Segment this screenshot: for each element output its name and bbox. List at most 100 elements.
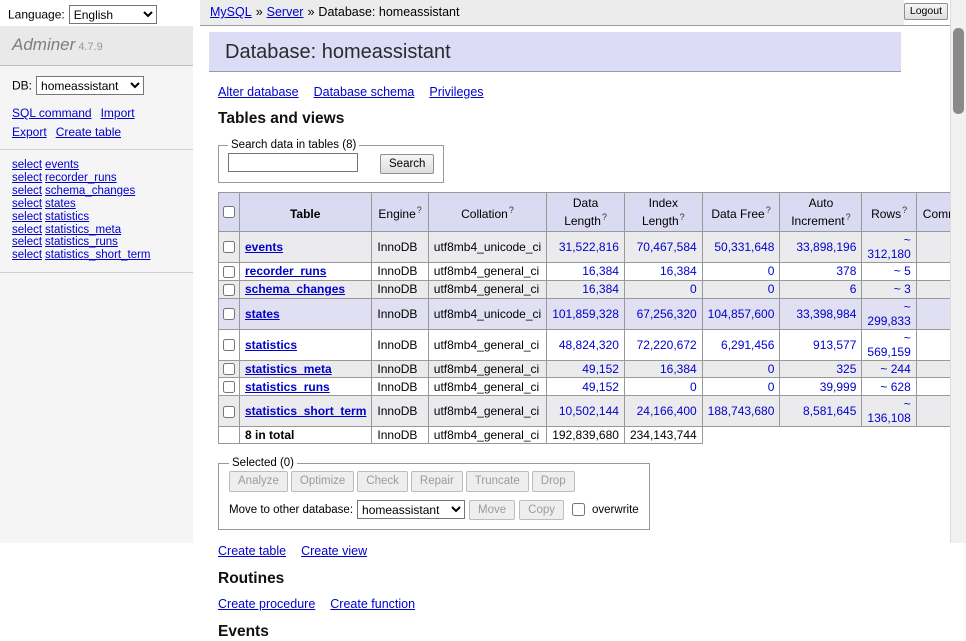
data-free-link[interactable]: 0 bbox=[768, 282, 775, 296]
table-link[interactable]: statistics_meta bbox=[245, 362, 332, 376]
overwrite-checkbox[interactable] bbox=[572, 503, 585, 516]
auto-increment-link[interactable]: 39,999 bbox=[820, 380, 857, 394]
select-table-link[interactable]: select bbox=[12, 172, 42, 184]
select-table-link[interactable]: select bbox=[12, 211, 42, 223]
database-action-link[interactable]: Alter database bbox=[218, 85, 299, 99]
rows-count-link[interactable]: ~ 3 bbox=[894, 282, 911, 296]
breadcrumb-mysql-link[interactable]: MySQL bbox=[210, 5, 252, 19]
auto-increment-link[interactable]: 913,577 bbox=[813, 338, 856, 352]
row-checkbox[interactable] bbox=[223, 241, 235, 253]
vertical-scrollbar[interactable] bbox=[950, 0, 966, 543]
rows-count-link[interactable]: ~ 569,159 bbox=[867, 331, 910, 359]
sidebar-menu-link[interactable]: Create table bbox=[56, 125, 121, 139]
data-free-link[interactable]: 0 bbox=[768, 362, 775, 376]
table-link[interactable]: events bbox=[245, 240, 283, 254]
auto-increment-link[interactable]: 33,898,196 bbox=[796, 240, 856, 254]
index-length-link[interactable]: 67,256,320 bbox=[637, 307, 697, 321]
index-length-link[interactable]: 0 bbox=[690, 282, 697, 296]
row-checkbox[interactable] bbox=[223, 284, 235, 296]
bulk-action-button[interactable]: Analyze bbox=[229, 471, 288, 491]
rows-count-link[interactable]: ~ 312,180 bbox=[867, 233, 910, 261]
breadcrumb-server-link[interactable]: Server bbox=[267, 5, 304, 19]
table-name-link[interactable]: states bbox=[45, 198, 76, 210]
row-checkbox[interactable] bbox=[223, 363, 235, 375]
table-name-link[interactable]: statistics_meta bbox=[45, 224, 121, 236]
row-checkbox[interactable] bbox=[223, 339, 235, 351]
language-select[interactable]: English bbox=[69, 5, 157, 24]
routine-link[interactable]: Create function bbox=[330, 597, 415, 611]
table-name-link[interactable]: recorder_runs bbox=[45, 172, 117, 184]
routine-link[interactable]: Create procedure bbox=[218, 597, 315, 611]
data-length-link[interactable]: 31,522,816 bbox=[559, 240, 619, 254]
app-logo[interactable]: Adminer bbox=[12, 35, 75, 54]
db-select[interactable]: homeassistant bbox=[36, 76, 144, 95]
data-length-link[interactable]: 16,384 bbox=[582, 264, 619, 278]
row-checkbox[interactable] bbox=[223, 308, 235, 320]
help-icon[interactable]: ? bbox=[602, 212, 607, 222]
index-length-link[interactable]: 16,384 bbox=[660, 362, 697, 376]
help-icon[interactable]: ? bbox=[509, 205, 514, 215]
table-name-link[interactable]: schema_changes bbox=[45, 185, 135, 197]
database-action-link[interactable]: Database schema bbox=[314, 85, 415, 99]
create-link[interactable]: Create table bbox=[218, 544, 286, 558]
data-length-link[interactable]: 16,384 bbox=[582, 282, 619, 296]
rows-count-link[interactable]: ~ 244 bbox=[880, 362, 910, 376]
table-link[interactable]: recorder_runs bbox=[245, 264, 326, 278]
index-length-link[interactable]: 70,467,584 bbox=[637, 240, 697, 254]
table-search-input[interactable] bbox=[228, 153, 358, 172]
data-free-link[interactable]: 0 bbox=[768, 264, 775, 278]
auto-increment-link[interactable]: 8,581,645 bbox=[803, 404, 856, 418]
sidebar-menu-link[interactable]: SQL command bbox=[12, 106, 92, 120]
help-icon[interactable]: ? bbox=[417, 205, 422, 215]
auto-increment-link[interactable]: 33,398,984 bbox=[796, 307, 856, 321]
help-icon[interactable]: ? bbox=[902, 205, 907, 215]
select-all-checkbox[interactable] bbox=[223, 206, 235, 218]
table-link[interactable]: statistics_short_term bbox=[245, 404, 366, 418]
bulk-action-button[interactable]: Check bbox=[357, 471, 408, 491]
data-length-link[interactable]: 101,859,328 bbox=[552, 307, 619, 321]
data-free-link[interactable]: 6,291,456 bbox=[721, 338, 774, 352]
rows-count-link[interactable]: ~ 5 bbox=[894, 264, 911, 278]
select-table-link[interactable]: select bbox=[12, 224, 42, 236]
table-link[interactable]: schema_changes bbox=[245, 282, 345, 296]
auto-increment-link[interactable]: 325 bbox=[836, 362, 856, 376]
overwrite-label[interactable]: overwrite bbox=[592, 504, 639, 516]
select-table-link[interactable]: select bbox=[12, 198, 42, 210]
table-name-link[interactable]: statistics_runs bbox=[45, 236, 118, 248]
help-icon[interactable]: ? bbox=[766, 205, 771, 215]
bulk-action-button[interactable]: Truncate bbox=[466, 471, 529, 491]
bulk-action-button[interactable]: Optimize bbox=[291, 471, 354, 491]
data-length-link[interactable]: 49,152 bbox=[582, 362, 619, 376]
help-icon[interactable]: ? bbox=[680, 212, 685, 222]
table-link[interactable]: statistics_runs bbox=[245, 380, 330, 394]
rows-count-link[interactable]: ~ 628 bbox=[880, 380, 910, 394]
auto-increment-link[interactable]: 378 bbox=[836, 264, 856, 278]
select-table-link[interactable]: select bbox=[12, 159, 42, 171]
select-table-link[interactable]: select bbox=[12, 236, 42, 248]
data-length-link[interactable]: 10,502,144 bbox=[559, 404, 619, 418]
data-free-link[interactable]: 0 bbox=[768, 380, 775, 394]
help-icon[interactable]: ? bbox=[846, 212, 851, 222]
rows-count-link[interactable]: ~ 136,108 bbox=[867, 397, 910, 425]
bulk-action-button[interactable]: Repair bbox=[411, 471, 463, 491]
bulk-action-button[interactable]: Drop bbox=[532, 471, 575, 491]
table-name-link[interactable]: events bbox=[45, 159, 79, 171]
copy-button[interactable]: Copy bbox=[519, 500, 564, 520]
data-free-link[interactable]: 50,331,648 bbox=[714, 240, 774, 254]
sidebar-menu-link[interactable]: Export bbox=[12, 125, 47, 139]
row-checkbox[interactable] bbox=[223, 381, 235, 393]
table-link[interactable]: states bbox=[245, 307, 280, 321]
index-length-link[interactable]: 0 bbox=[690, 380, 697, 394]
index-length-link[interactable]: 72,220,672 bbox=[637, 338, 697, 352]
table-name-link[interactable]: statistics_short_term bbox=[45, 249, 150, 261]
sidebar-menu-link[interactable]: Import bbox=[101, 106, 135, 120]
data-free-link[interactable]: 188,743,680 bbox=[708, 404, 775, 418]
row-checkbox[interactable] bbox=[223, 406, 235, 418]
table-link[interactable]: statistics bbox=[245, 338, 297, 352]
data-length-link[interactable]: 49,152 bbox=[582, 380, 619, 394]
table-name-link[interactable]: statistics bbox=[45, 211, 89, 223]
row-checkbox[interactable] bbox=[223, 266, 235, 278]
move-database-select[interactable]: homeassistant bbox=[357, 500, 465, 519]
database-action-link[interactable]: Privileges bbox=[429, 85, 483, 99]
scrollbar-thumb[interactable] bbox=[953, 28, 964, 114]
